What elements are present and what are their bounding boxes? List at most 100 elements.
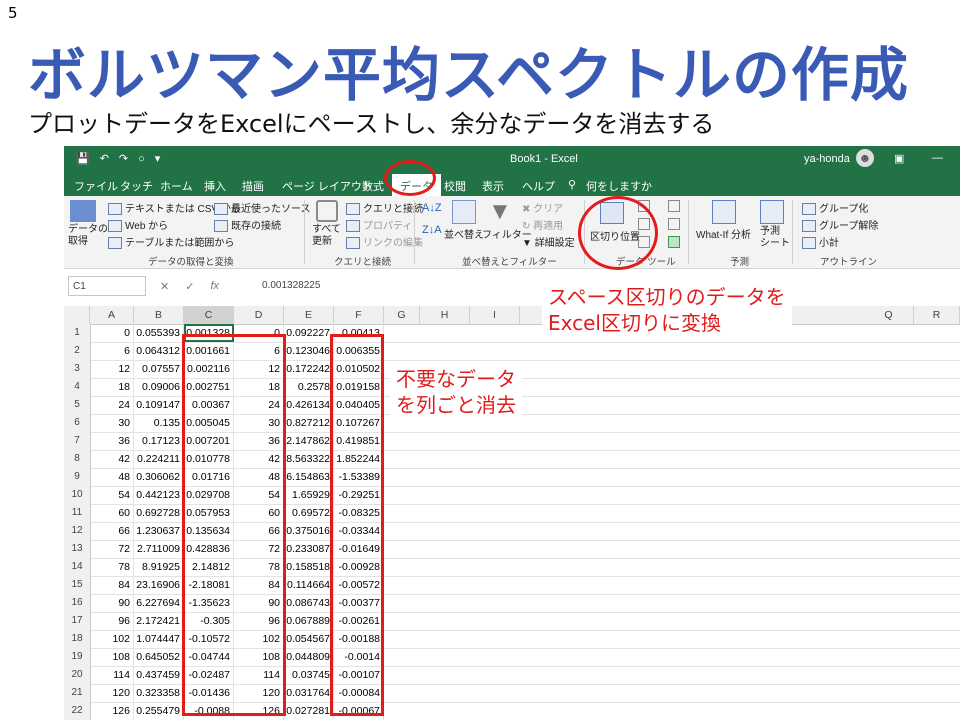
column-header[interactable]: B — [134, 306, 184, 324]
row-header[interactable]: 15 — [64, 576, 91, 594]
column-header[interactable]: H — [420, 306, 470, 324]
table-cell[interactable]: 114 — [90, 666, 134, 684]
table-cell[interactable]: 0.109147 — [134, 396, 184, 414]
row-header[interactable]: 3 — [64, 360, 91, 378]
table-cell[interactable]: 0.827212 — [284, 414, 334, 432]
get-data-button[interactable]: データの 取得 — [68, 224, 108, 248]
touch-mode-icon[interactable]: ○ — [138, 153, 145, 165]
tab-review[interactable]: 校閲 — [444, 178, 466, 194]
column-header[interactable]: F — [334, 306, 384, 324]
sort-za-icon[interactable]: Z↓A — [422, 224, 442, 236]
row-header[interactable]: 16 — [64, 594, 91, 612]
table-cell[interactable]: 0.03745 — [284, 666, 334, 684]
table-cell[interactable]: 2.172421 — [134, 612, 184, 630]
undo-icon[interactable]: ↶ — [100, 152, 109, 165]
tab-draw[interactable]: 描画 — [242, 178, 264, 194]
row-header[interactable]: 5 — [64, 396, 91, 414]
table-cell[interactable]: 0.067889 — [284, 612, 334, 630]
tell-me-search[interactable]: 何をしますか — [586, 178, 652, 194]
table-cell[interactable]: 2.711009 — [134, 540, 184, 558]
tab-insert[interactable]: 挿入 — [204, 178, 226, 194]
table-cell[interactable]: 18 — [90, 378, 134, 396]
avatar-icon[interactable]: ☻ — [856, 149, 874, 167]
row-header[interactable]: 20 — [64, 666, 91, 684]
table-cell[interactable]: 0.158518 — [284, 558, 334, 576]
tab-page-layout[interactable]: ページ レイアウト — [282, 178, 373, 194]
name-box[interactable]: C1 — [68, 276, 146, 296]
what-if-icon[interactable] — [712, 200, 736, 224]
table-cell[interactable]: 8.563322 — [284, 450, 334, 468]
row-header[interactable]: 19 — [64, 648, 91, 666]
table-cell[interactable]: 54 — [90, 486, 134, 504]
table-cell[interactable]: 0.323358 — [134, 684, 184, 702]
row-header[interactable]: 11 — [64, 504, 91, 522]
table-cell[interactable]: 0.645052 — [134, 648, 184, 666]
column-header[interactable]: C — [184, 306, 234, 324]
get-data-icon[interactable] — [70, 200, 96, 222]
properties-button[interactable]: プロパティ — [346, 217, 412, 233]
forecast-sheet-button[interactable]: 予測 シート — [760, 226, 790, 250]
row-header[interactable]: 18 — [64, 630, 91, 648]
table-cell[interactable]: 84 — [90, 576, 134, 594]
tab-file[interactable]: ファイル — [74, 178, 118, 194]
table-cell[interactable]: 0.114664 — [284, 576, 334, 594]
sort-az-icon[interactable]: A↓Z — [422, 202, 442, 214]
save-icon[interactable]: 💾 — [76, 152, 90, 165]
table-cell[interactable]: 126 — [90, 702, 134, 720]
row-header[interactable]: 13 — [64, 540, 91, 558]
enter-icon[interactable]: ✓ — [185, 280, 194, 293]
from-web-button[interactable]: Web から — [108, 217, 168, 233]
tab-formulas[interactable]: 数式 — [362, 178, 384, 194]
table-cell[interactable]: 0.086743 — [284, 594, 334, 612]
filter-icon[interactable]: ▼ — [488, 198, 512, 226]
tab-touch[interactable]: タッチ — [120, 178, 153, 194]
column-header[interactable]: D — [234, 306, 284, 324]
table-cell[interactable]: 48 — [90, 468, 134, 486]
consolidate-icon[interactable] — [668, 200, 680, 212]
table-cell[interactable]: 0.09006 — [134, 378, 184, 396]
table-cell[interactable]: 1.65929 — [284, 486, 334, 504]
table-cell[interactable]: 0.055393 — [134, 324, 184, 342]
column-header[interactable]: Q — [864, 306, 914, 324]
table-cell[interactable]: 0.233087 — [284, 540, 334, 558]
row-header[interactable]: 22 — [64, 702, 91, 720]
tab-view[interactable]: 表示 — [482, 178, 504, 194]
group-button[interactable]: グループ化 — [802, 200, 868, 216]
tab-help[interactable]: ヘルプ — [522, 178, 555, 194]
table-cell[interactable]: 0.426134 — [284, 396, 334, 414]
table-cell[interactable]: 72 — [90, 540, 134, 558]
recent-sources-button[interactable]: 最近使ったソース — [214, 200, 311, 216]
table-cell[interactable]: 0.031764 — [284, 684, 334, 702]
edit-links-button[interactable]: リンクの編集 — [346, 234, 423, 250]
table-cell[interactable]: 108 — [90, 648, 134, 666]
table-cell[interactable]: 0.092227 — [284, 324, 334, 342]
row-header[interactable]: 21 — [64, 684, 91, 702]
table-cell[interactable]: 96 — [90, 612, 134, 630]
insert-function-icon[interactable]: fx — [210, 280, 219, 293]
table-cell[interactable]: 78 — [90, 558, 134, 576]
minimize-icon[interactable]: — — [932, 152, 943, 164]
table-cell[interactable]: 6.227694 — [134, 594, 184, 612]
row-header[interactable]: 8 — [64, 450, 91, 468]
redo-icon[interactable]: ↷ — [119, 152, 128, 165]
table-cell[interactable]: 120 — [90, 684, 134, 702]
table-cell[interactable]: 1.230637 — [134, 522, 184, 540]
advanced-button[interactable]: ▼ 詳細設定 — [522, 234, 575, 249]
row-header[interactable]: 10 — [64, 486, 91, 504]
user-name[interactable]: ya-honda — [804, 153, 850, 165]
table-cell[interactable]: 0.69572 — [284, 504, 334, 522]
table-cell[interactable]: 0.064312 — [134, 342, 184, 360]
refresh-icon[interactable] — [316, 200, 338, 222]
table-cell[interactable]: 30 — [90, 414, 134, 432]
sort-button[interactable]: 並べ替え — [444, 226, 484, 241]
table-cell[interactable]: 42 — [90, 450, 134, 468]
table-cell[interactable]: 0.044809 — [284, 648, 334, 666]
ribbon-display-icon[interactable]: ▣ — [894, 152, 904, 165]
table-cell[interactable]: 0.375016 — [284, 522, 334, 540]
from-table-button[interactable]: テーブルまたは範囲から — [108, 234, 234, 250]
table-cell[interactable]: 90 — [90, 594, 134, 612]
column-header[interactable]: R — [914, 306, 960, 324]
table-cell[interactable]: 12 — [90, 360, 134, 378]
reapply-button[interactable]: ↻ 再適用 — [522, 217, 563, 232]
row-header[interactable]: 7 — [64, 432, 91, 450]
